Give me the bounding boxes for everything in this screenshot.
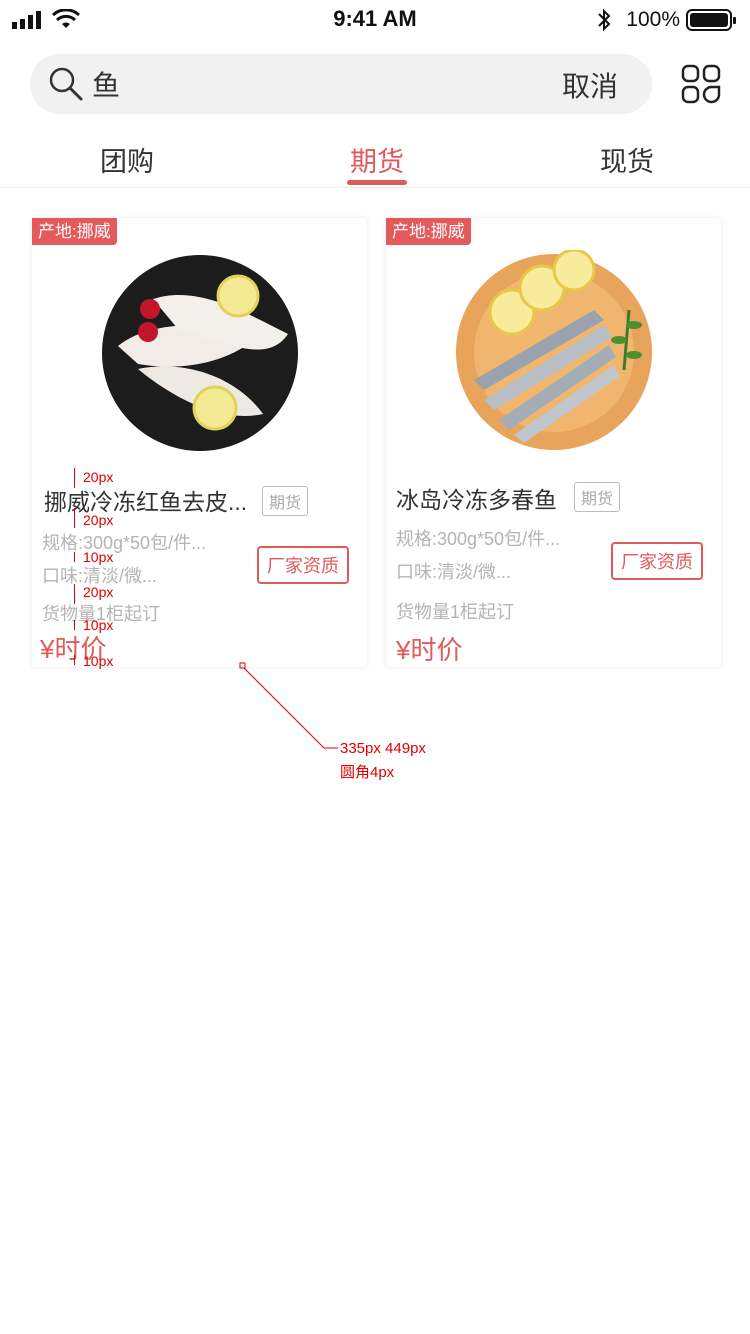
product-quantity: 货物量1柜起订	[396, 602, 515, 622]
grid-menu-icon[interactable]	[681, 64, 721, 104]
product-card[interactable]: 产地:挪威 冰岛冷冻多春鱼 期货 规格:300g*50包/件... 口味:清淡/…	[386, 218, 721, 667]
spacing-label: 10px	[83, 549, 114, 565]
search-bar[interactable]	[30, 54, 652, 114]
factory-qualification-button[interactable]: 厂家资质	[257, 546, 349, 584]
product-title: 冰岛冷冻多春鱼	[396, 487, 557, 513]
factory-qualification-button[interactable]: 厂家资质	[611, 542, 703, 580]
spacing-label: 20px	[83, 469, 114, 485]
product-spec: 规格:300g*50包/件...	[42, 533, 207, 553]
card-radius-annotation: 圆角4px	[340, 764, 395, 781]
spacing-marker	[74, 584, 75, 604]
spacing-marker	[74, 508, 75, 528]
search-icon	[49, 67, 83, 101]
spacing-marker	[74, 468, 75, 488]
battery-percentage: 100%	[626, 8, 680, 31]
origin-badge: 产地:挪威	[386, 218, 471, 245]
product-flavor: 口味:清淡/微...	[396, 562, 512, 582]
status-bar: 9:41 AM 100%	[0, 0, 750, 40]
product-spec: 规格:300g*50包/件...	[396, 529, 561, 549]
spacing-marker	[74, 620, 75, 630]
product-price: ¥时价	[396, 635, 463, 665]
spacing-label: 10px	[83, 617, 114, 633]
tab-group-buy[interactable]: 团购	[2, 140, 252, 179]
battery-icon	[686, 9, 736, 31]
card-size-annotation: 335px 449px	[340, 740, 426, 757]
search-input[interactable]: 鱼	[92, 64, 120, 104]
tab-futures[interactable]: 期货	[252, 140, 502, 179]
type-tag: 期货	[574, 482, 621, 512]
spacing-label: 20px	[83, 512, 114, 528]
spacing-label: 20px	[83, 584, 114, 600]
active-tab-indicator	[347, 180, 407, 185]
type-tag: 期货	[262, 486, 309, 516]
callout-line	[239, 662, 338, 749]
bluetooth-icon	[598, 8, 611, 32]
spacing-marker	[74, 655, 75, 665]
cancel-button[interactable]: 取消	[562, 65, 618, 105]
product-image-capelin	[456, 250, 652, 450]
tab-spot[interactable]: 现货	[502, 140, 750, 179]
tabs-divider	[0, 187, 750, 188]
spacing-label: 10px	[83, 653, 114, 669]
product-image-redfish	[102, 255, 298, 451]
spacing-marker	[74, 552, 75, 562]
origin-badge: 产地:挪威	[32, 218, 117, 245]
